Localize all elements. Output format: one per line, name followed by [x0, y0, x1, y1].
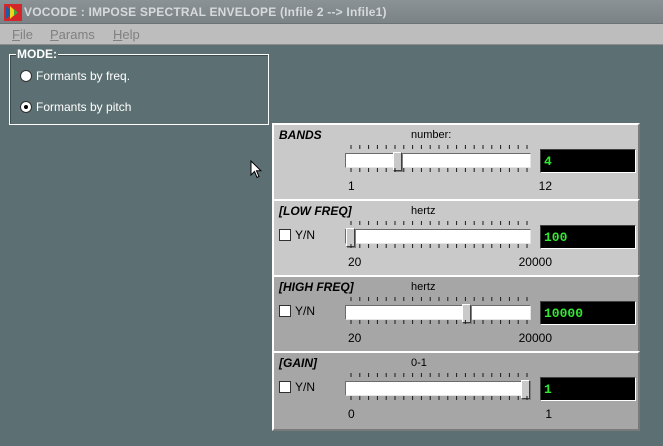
- param-panel-gain: [GAIN] 0-1 Y/N 0 1 1: [272, 351, 640, 431]
- toggle-label: Y/N: [295, 228, 316, 242]
- slider-max-label: 20000: [518, 331, 552, 345]
- slider-ticks-top: [350, 221, 528, 225]
- param-name: BANDS: [279, 128, 322, 142]
- param-panel-low-freq: [LOW FREQ] hertz Y/N 20 20000 100: [272, 199, 640, 277]
- slider-max-label: 1: [545, 407, 552, 421]
- low-freq-value-field[interactable]: 100: [540, 225, 636, 249]
- param-unit: 0-1: [411, 357, 427, 369]
- toggle-label: Y/N: [295, 380, 316, 394]
- param-panel-high-freq: [HIGH FREQ] hertz Y/N 20 20000 10000: [272, 275, 640, 353]
- radio-formants-by-freq[interactable]: [20, 70, 32, 82]
- slider-ticks-bottom: [350, 396, 528, 400]
- gain-checkbox[interactable]: [279, 381, 291, 393]
- high-freq-value-field[interactable]: 10000: [540, 301, 636, 325]
- slider-min-label: 20: [348, 331, 362, 345]
- toggle-label: Y/N: [295, 304, 316, 318]
- mode-option-label: Formants by freq.: [36, 69, 131, 83]
- slider-ticks-top: [350, 145, 528, 149]
- param-unit: hertz: [411, 205, 436, 217]
- low-freq-toggle[interactable]: Y/N: [279, 228, 315, 242]
- window-title: VOCODE : IMPOSE SPECTRAL ENVELOPE (Infil…: [24, 5, 387, 19]
- slider-ticks-top: [350, 373, 528, 377]
- mouse-pointer-icon: [250, 160, 262, 179]
- slider-ticks-bottom: [350, 320, 528, 324]
- slider-min-label: 0: [348, 407, 355, 421]
- mode-option-label: Formants by pitch: [36, 100, 132, 114]
- param-name: [GAIN]: [279, 356, 317, 370]
- title-bar[interactable]: VOCODE : IMPOSE SPECTRAL ENVELOPE (Infil…: [0, 0, 663, 24]
- param-unit: hertz: [411, 281, 436, 293]
- menu-help[interactable]: Help: [113, 27, 140, 42]
- mode-option-pitch[interactable]: Formants by pitch: [20, 100, 131, 114]
- gain-slider[interactable]: [345, 380, 531, 399]
- slider-ticks-top: [350, 297, 528, 301]
- slider-ticks-bottom: [350, 168, 528, 172]
- param-panel-bands: BANDS number: 1 12 4: [272, 123, 640, 201]
- slider-max-label: 12: [538, 179, 552, 193]
- high-freq-slider[interactable]: [345, 304, 531, 323]
- high-freq-checkbox[interactable]: [279, 305, 291, 317]
- low-freq-slider[interactable]: [345, 228, 531, 247]
- vocode-app-icon[interactable]: [4, 4, 22, 21]
- mode-option-freq[interactable]: Formants by freq.: [20, 69, 130, 83]
- bands-value-field[interactable]: 4: [540, 149, 636, 173]
- mode-title: MODE:: [16, 47, 58, 61]
- slider-ticks-bottom: [350, 244, 528, 248]
- param-unit: number:: [411, 129, 452, 141]
- slider-max-label: 20000: [518, 255, 552, 269]
- low-freq-checkbox[interactable]: [279, 229, 291, 241]
- menu-bar: File Params Help: [0, 24, 663, 45]
- bands-slider[interactable]: [345, 152, 531, 171]
- mode-group: MODE: Formants by freq. Formants by pitc…: [9, 47, 269, 125]
- gain-toggle[interactable]: Y/N: [279, 380, 315, 394]
- high-freq-toggle[interactable]: Y/N: [279, 304, 315, 318]
- gain-value-field[interactable]: 1: [540, 377, 636, 401]
- param-name: [HIGH FREQ]: [279, 280, 354, 294]
- menu-file[interactable]: File: [12, 27, 33, 42]
- slider-min-label: 1: [348, 179, 355, 193]
- radio-formants-by-pitch[interactable]: [20, 101, 32, 113]
- slider-min-label: 20: [348, 255, 362, 269]
- menu-params[interactable]: Params: [50, 27, 95, 42]
- param-name: [LOW FREQ]: [279, 204, 352, 218]
